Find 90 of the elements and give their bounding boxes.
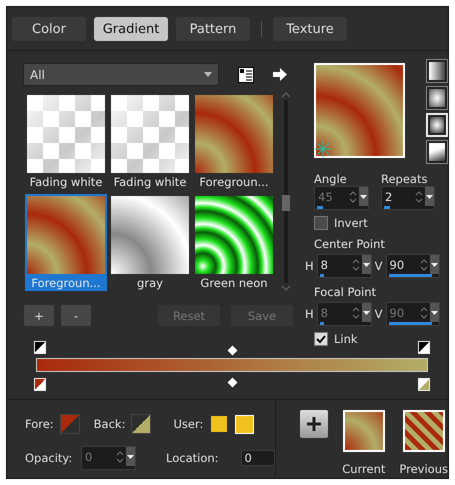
tab[interactable]: Color [12,17,86,41]
arrow-right-icon[interactable] [273,68,287,81]
scroll-down-icon[interactable] [281,285,291,291]
gradient-item[interactable]: Foregroun... [25,194,107,291]
caret-icon [426,194,433,198]
gradient-style-button[interactable] [426,86,448,110]
field-value: 45 [317,190,334,204]
color-source-label: User: [173,417,204,431]
plus-icon [307,417,322,431]
spin-arrows-icon[interactable] [114,448,126,464]
dropdown-button[interactable] [126,447,135,466]
list-button[interactable]: - [61,305,91,326]
list-button[interactable]: + [24,305,54,326]
checkbox-label: Link [334,332,358,346]
v-label: V [374,259,383,273]
location-label: Location: [166,451,219,465]
spin-arrows-icon[interactable] [350,304,362,320]
caret-icon [362,262,370,266]
gradient-item[interactable]: Green neon [193,194,275,291]
color-source-label: Fore: [25,417,54,431]
midpoint-handle[interactable] [228,378,238,388]
field-value: 8 [320,258,329,272]
dropdown-button[interactable] [362,255,371,274]
color-source-label: Back: [94,417,126,431]
h-label: H [305,307,314,321]
spin-arrows-icon[interactable] [413,188,425,204]
preset-label: Previous [399,462,448,476]
number-field[interactable]: 2 [381,186,435,210]
midpoint-handle[interactable] [228,346,238,356]
angle-label: Angle [314,172,348,186]
gradient-item[interactable]: gray [109,194,191,291]
section-label: Focal Point [314,285,378,299]
list-icon[interactable] [238,66,254,82]
color-swatch[interactable] [131,414,152,434]
caret-icon [362,310,370,314]
caret-icon [204,72,212,77]
gradient-item[interactable]: Fading white [109,93,191,190]
field-value: 2 [384,190,394,204]
stop-marker-icon[interactable] [418,378,430,391]
field-value: 90 [388,258,406,272]
spin-arrows-icon[interactable] [418,256,430,272]
category-dropdown[interactable]: All [23,63,219,86]
dropdown-button[interactable] [430,255,439,274]
checkbox[interactable] [314,332,328,346]
gradient-style-button[interactable] [426,59,448,83]
dropdown-button[interactable] [362,303,371,322]
preset-label: Current [342,462,386,476]
caret-icon [360,194,367,198]
scroll-up-icon[interactable] [281,92,291,98]
gradient-preview[interactable] [314,63,405,158]
stop-marker-icon[interactable] [34,341,46,354]
center-point-icon[interactable] [314,140,332,158]
number-field[interactable]: 90 [386,254,440,278]
gradient-item[interactable]: Foregroun... [193,93,275,190]
dropdown-button[interactable] [430,303,439,322]
gradient-style-button[interactable] [426,140,448,164]
dropdown-value: All [30,68,45,82]
spin-arrows-icon[interactable] [418,304,430,320]
dropdown-button[interactable] [425,187,434,206]
tab[interactable]: Gradient [94,17,168,41]
tab[interactable]: Pattern [176,17,250,41]
tab[interactable]: Texture [273,17,347,41]
add-button[interactable] [300,410,328,438]
checkbox-label: Invert [334,216,368,230]
caret-icon [430,262,438,266]
field-value: 90 [388,306,406,320]
color-swatch[interactable] [211,416,228,432]
field-value: 8 [320,306,329,320]
gradient-item[interactable]: Fading white [25,93,107,190]
spin-arrows-icon[interactable] [350,256,362,272]
gradient-preset[interactable] [402,410,445,452]
color-swatch[interactable] [60,414,80,434]
stop-marker-icon[interactable] [34,378,46,391]
field-value: 0 [84,450,94,464]
caret-icon [127,454,134,458]
number-field[interactable]: 8 [316,254,372,278]
opacity-label: Opacity: [25,451,74,465]
location-field[interactable]: 0 [240,450,275,466]
section-label: Center Point [314,237,386,251]
gradient-preset[interactable] [342,410,385,452]
dropdown-button[interactable] [359,187,368,206]
gradient-bar[interactable] [36,358,428,372]
v-label: V [374,307,383,321]
scroll-thumb[interactable] [282,195,290,211]
repeats-label: Repeats [381,172,428,186]
spin-arrows-icon[interactable] [347,188,359,204]
stop-marker-icon[interactable] [418,341,430,354]
caret-icon [430,310,438,314]
h-label: H [305,259,314,273]
checkbox[interactable] [314,216,328,230]
